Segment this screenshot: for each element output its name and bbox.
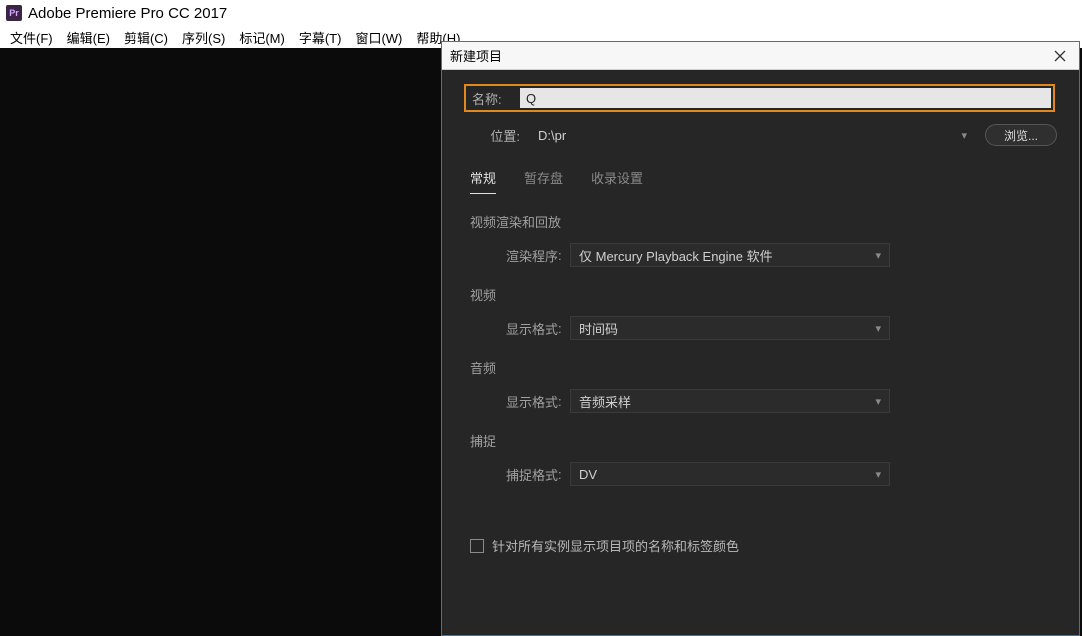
menu-edit[interactable]: 编辑(E) (61, 28, 116, 47)
menu-title[interactable]: 字幕(T) (293, 28, 348, 47)
chevron-down-icon: ▾ (875, 395, 881, 408)
section-audio-title: 音频 (470, 358, 1057, 377)
name-label: 名称: (472, 89, 520, 108)
chevron-down-icon: ▾ (961, 129, 967, 142)
chevron-down-icon: ▾ (875, 249, 881, 262)
audio-format-select[interactable]: 音频采样 ▾ (570, 389, 890, 413)
video-format-label: 显示格式 (490, 319, 558, 338)
capture-format-value: DV (579, 467, 597, 482)
section-render-title: 视频渲染和回放 (470, 212, 1057, 231)
new-project-dialog: 新建项目 名称: 位置: D:\pr ▾ 浏览... 常 (441, 41, 1080, 636)
location-label: 位置: (464, 126, 520, 145)
section-capture-title: 捕捉 (470, 431, 1057, 450)
app-title: Adobe Premiere Pro CC 2017 (28, 5, 227, 22)
section-audio: 音频 显示格式 : 音频采样 ▾ (464, 358, 1057, 413)
menu-file[interactable]: 文件(F) (4, 28, 59, 47)
browse-button[interactable]: 浏览... (985, 124, 1057, 146)
show-names-checkbox-row: 针对所有实例显示项目项的名称和标签颜色 (464, 536, 1057, 555)
dialog-tabs: 常规 暂存盘 收录设置 (464, 168, 1057, 194)
app-icon-text: Pr (9, 9, 19, 18)
dialog-body: 名称: 位置: D:\pr ▾ 浏览... 常规 暂存盘 收录设置 视频渲染和 (442, 70, 1079, 555)
location-value: D:\pr (538, 128, 566, 143)
section-capture: 捕捉 捕捉格式 : DV ▾ (464, 431, 1057, 486)
tab-general[interactable]: 常规 (470, 168, 496, 194)
video-format-select[interactable]: 时间码 ▾ (570, 316, 890, 340)
capture-format-select[interactable]: DV ▾ (570, 462, 890, 486)
render-value: 仅 Mercury Playback Engine 软件 (579, 246, 773, 265)
video-format-value: 时间码 (579, 319, 618, 338)
section-video: 视频 显示格式 : 时间码 ▾ (464, 285, 1057, 340)
menu-clip[interactable]: 剪辑(C) (118, 28, 174, 47)
capture-format-label: 捕捉格式 (490, 465, 558, 484)
name-field-highlight: 名称: (464, 84, 1055, 112)
section-video-title: 视频 (470, 285, 1057, 304)
chevron-down-icon: ▾ (875, 322, 881, 335)
titlebar: Pr Adobe Premiere Pro CC 2017 (0, 0, 1082, 26)
app-window: Pr Adobe Premiere Pro CC 2017 文件(F) 编辑(E… (0, 0, 1082, 636)
tab-scratch[interactable]: 暂存盘 (524, 168, 563, 194)
menu-marker[interactable]: 标记(M) (233, 28, 291, 47)
chevron-down-icon: ▾ (875, 468, 881, 481)
location-row: 位置: D:\pr ▾ 浏览... (464, 124, 1057, 146)
menu-sequence[interactable]: 序列(S) (176, 28, 231, 47)
section-render: 视频渲染和回放 渲染程序 : 仅 Mercury Playback Engine… (464, 212, 1057, 267)
render-select[interactable]: 仅 Mercury Playback Engine 软件 ▾ (570, 243, 890, 267)
tab-ingest[interactable]: 收录设置 (591, 168, 643, 194)
show-names-checkbox[interactable] (470, 539, 484, 553)
dialog-titlebar: 新建项目 (442, 42, 1079, 70)
app-icon: Pr (6, 5, 22, 21)
render-label: 渲染程序 (490, 246, 558, 265)
project-name-input[interactable] (520, 88, 1051, 108)
location-dropdown[interactable]: D:\pr ▾ (530, 124, 975, 146)
audio-format-value: 音频采样 (579, 392, 631, 411)
close-icon[interactable] (1051, 47, 1069, 65)
menu-window[interactable]: 窗口(W) (349, 28, 408, 47)
show-names-label: 针对所有实例显示项目项的名称和标签颜色 (492, 536, 739, 555)
audio-format-label: 显示格式 (490, 392, 558, 411)
dialog-title: 新建项目 (450, 46, 502, 65)
